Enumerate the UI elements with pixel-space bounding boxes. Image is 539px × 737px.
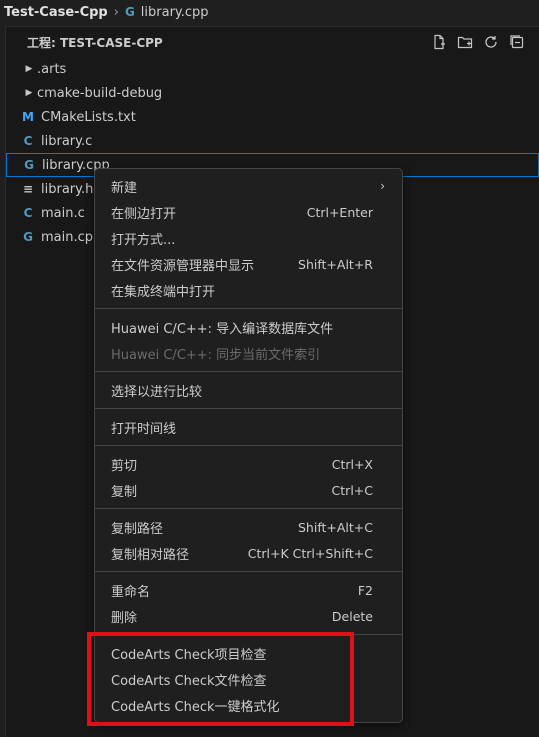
breadcrumb: Test-Case-Cpp › G library.cpp [0, 0, 539, 24]
menu-item-label: Huawei C/C++: 同步当前文件索引 [111, 347, 321, 363]
breadcrumb-project[interactable]: Test-Case-Cpp [4, 5, 108, 20]
menu-item-label: Huawei C/C++: 导入编译数据库文件 [111, 321, 334, 337]
menu-item-rename[interactable]: 重命名 F2 [95, 577, 402, 603]
menu-item-shortcut: Ctrl+C [331, 482, 373, 498]
menu-item-label: CodeArts Check项目检查 [111, 647, 267, 663]
refresh-icon[interactable] [483, 34, 499, 50]
menu-item-copy[interactable]: 复制 Ctrl+C [95, 477, 402, 503]
menu-item-open-with[interactable]: 打开方式... [95, 225, 402, 251]
menu-item-import-compile-db[interactable]: Huawei C/C++: 导入编译数据库文件 [95, 314, 402, 340]
breadcrumb-file[interactable]: library.cpp [141, 5, 209, 20]
chevron-right-icon[interactable]: ▶ [21, 88, 37, 98]
menu-item-label: 选择以进行比较 [111, 384, 203, 400]
cpp-file-icon: G [124, 5, 135, 19]
menu-separator [95, 371, 402, 372]
menu-item-codearts-format[interactable]: CodeArts Check一键格式化 [95, 692, 402, 718]
menu-item-open-timeline[interactable]: 打开时间线 [95, 414, 402, 440]
c-file-icon: C [23, 134, 33, 148]
menu-item-open-in-terminal[interactable]: 在集成终端中打开 [95, 277, 402, 303]
explorer-title: 工程: TEST-CASE-CPP [27, 35, 163, 50]
menu-separator [95, 308, 402, 309]
explorer-header: 工程: TEST-CASE-CPP [6, 27, 539, 57]
menu-item-shortcut: F2 [357, 582, 373, 598]
menu-item-cut[interactable]: 剪切 Ctrl+X [95, 451, 402, 477]
menu-item-label: 复制路径 [111, 521, 164, 537]
collapse-all-icon[interactable] [509, 34, 525, 50]
tree-item-label: CMakeLists.txt [41, 109, 136, 125]
menu-item-codearts-project-check[interactable]: CodeArts Check项目检查 [95, 640, 402, 666]
context-menu: 新建 › 在侧边打开 Ctrl+Enter 打开方式... 在文件资源管理器中显… [94, 168, 403, 723]
cmake-file-icon: M [22, 110, 34, 124]
new-file-icon[interactable] [431, 34, 447, 50]
chevron-right-icon[interactable]: ▶ [21, 64, 37, 74]
tree-item-folder[interactable]: ▶ .arts [6, 57, 539, 81]
menu-item-label: 打开方式... [111, 232, 176, 248]
tree-item-label: library.c [41, 133, 93, 149]
menu-item-label: 在侧边打开 [111, 206, 177, 222]
tree-item-label: library.h [41, 181, 94, 197]
cpp-file-icon: G [24, 158, 34, 172]
menu-item-copy-path[interactable]: 复制路径 Shift+Alt+C [95, 514, 402, 540]
menu-item-label: 新建 [111, 180, 138, 196]
tree-item-label: cmake-build-debug [37, 85, 163, 101]
menu-separator [95, 634, 402, 635]
tree-item-file[interactable]: C library.c [6, 129, 539, 153]
menu-item-label: CodeArts Check文件检查 [111, 673, 267, 689]
tree-item-label: main.c [41, 205, 85, 221]
new-folder-icon[interactable] [457, 34, 473, 50]
menu-separator [95, 508, 402, 509]
menu-item-open-to-side[interactable]: 在侧边打开 Ctrl+Enter [95, 199, 402, 225]
tree-item-label: .arts [37, 61, 67, 77]
menu-item-label: 剪切 [111, 458, 138, 474]
menu-item-shortcut: Ctrl+X [331, 456, 373, 472]
c-file-icon: C [23, 206, 33, 220]
menu-item-new[interactable]: 新建 › [95, 173, 402, 199]
cpp-file-icon: G [23, 230, 33, 244]
menu-item-reveal-in-explorer[interactable]: 在文件资源管理器中显示 Shift+Alt+R [95, 251, 402, 277]
tree-item-folder[interactable]: ▶ cmake-build-debug [6, 81, 539, 105]
menu-item-copy-relative-path[interactable]: 复制相对路径 Ctrl+K Ctrl+Shift+C [95, 540, 402, 566]
menu-item-label: 打开时间线 [111, 421, 177, 437]
menu-item-label: CodeArts Check一键格式化 [111, 699, 280, 715]
menu-item-label: 在集成终端中打开 [111, 284, 216, 300]
menu-separator [95, 445, 402, 446]
menu-item-label: 复制相对路径 [111, 547, 190, 563]
menu-item-delete[interactable]: 删除 Delete [95, 603, 402, 629]
menu-separator [95, 571, 402, 572]
menu-item-shortcut: Ctrl+Enter [306, 204, 373, 220]
menu-item-shortcut: Delete [331, 608, 373, 624]
menu-item-label: 重命名 [111, 584, 151, 600]
menu-item-codearts-file-check[interactable]: CodeArts Check文件检查 [95, 666, 402, 692]
menu-item-shortcut: Shift+Alt+C [297, 519, 373, 535]
menu-item-shortcut: Ctrl+K Ctrl+Shift+C [247, 545, 373, 561]
menu-item-sync-file-index: Huawei C/C++: 同步当前文件索引 [95, 340, 402, 366]
chevron-right-icon: › [113, 4, 119, 20]
chevron-right-icon: › [380, 179, 385, 193]
tree-item-file[interactable]: M CMakeLists.txt [6, 105, 539, 129]
menu-item-shortcut: Shift+Alt+R [298, 256, 373, 272]
menu-item-select-for-compare[interactable]: 选择以进行比较 [95, 377, 402, 403]
menu-item-label: 删除 [111, 610, 138, 626]
menu-item-label: 在文件资源管理器中显示 [111, 258, 255, 274]
menu-item-label: 复制 [111, 484, 138, 500]
text-file-icon: ≡ [22, 182, 34, 196]
menu-separator [95, 408, 402, 409]
tree-item-label: main.cpp [41, 229, 102, 245]
explorer-actions [431, 34, 525, 50]
